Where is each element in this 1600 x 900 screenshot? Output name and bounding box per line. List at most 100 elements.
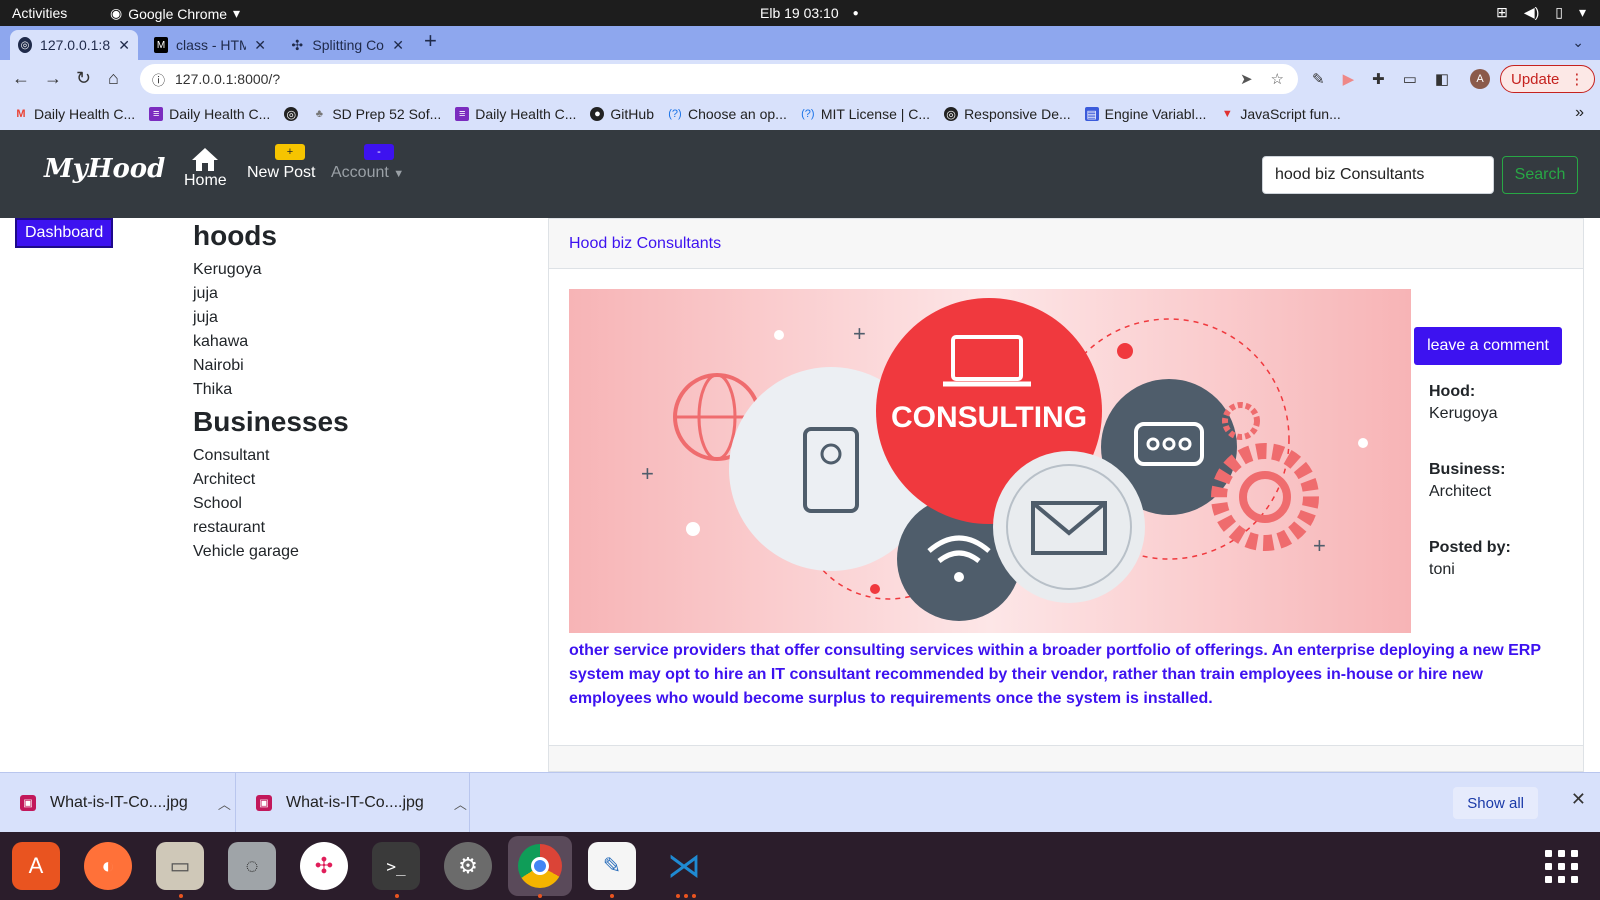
update-button[interactable]: Update ⋮ bbox=[1500, 65, 1596, 93]
info-icon[interactable]: ⓘ bbox=[152, 70, 165, 89]
nav-new-post[interactable]: New Post bbox=[247, 164, 315, 182]
show-apps-grid-icon[interactable] bbox=[1545, 850, 1578, 883]
text-editor-icon[interactable]: ✎ bbox=[588, 842, 636, 890]
tab-title: 127.0.0.1:8000 bbox=[40, 37, 111, 53]
list-item[interactable]: School bbox=[193, 492, 533, 516]
back-icon[interactable]: ← bbox=[12, 68, 30, 89]
list-item[interactable]: juja bbox=[193, 306, 533, 330]
bookmark-item[interactable]: ◎ bbox=[284, 107, 299, 121]
bookmark-item[interactable]: ● GitHub bbox=[590, 106, 654, 122]
eyedropper-extension-icon[interactable]: ✎ bbox=[1312, 70, 1325, 88]
download-filename: What-is-IT-Co....jpg bbox=[286, 794, 424, 811]
medium-icon: M bbox=[154, 37, 169, 53]
bookmark-item[interactable]: ♣ SD Prep 52 Sof... bbox=[312, 106, 442, 122]
bookmark-item[interactable]: ≡ Daily Health C... bbox=[149, 106, 270, 122]
list-item[interactable]: restaurant bbox=[193, 516, 533, 540]
profile-avatar[interactable]: A bbox=[1470, 69, 1490, 89]
home-icon[interactable]: ⌂ bbox=[108, 68, 119, 89]
list-item[interactable]: Kerugoya bbox=[193, 258, 533, 282]
globe-icon: ◎ bbox=[18, 37, 33, 53]
leave-comment-button[interactable]: leave a comment bbox=[1414, 327, 1562, 365]
update-label: Update bbox=[1511, 70, 1560, 88]
tree-icon: ♣ bbox=[315, 108, 323, 120]
download-item[interactable]: ▣ What-is-IT-Co....jpg ︿ bbox=[236, 773, 470, 833]
list-item[interactable]: Architect bbox=[193, 468, 533, 492]
bookmark-item[interactable]: ▼ JavaScript fun... bbox=[1220, 106, 1341, 122]
svg-text:+: + bbox=[1313, 533, 1326, 558]
record-extension-icon[interactable]: ▶ bbox=[1343, 70, 1355, 88]
new-post-badge: + bbox=[275, 144, 305, 160]
more-bookmarks-icon[interactable]: » bbox=[1575, 104, 1584, 122]
post-author: Posted by: toni bbox=[1429, 539, 1511, 579]
cast-icon[interactable]: ▭ bbox=[1403, 70, 1417, 88]
search-input[interactable] bbox=[1262, 156, 1494, 194]
bookmark-item[interactable]: M Daily Health C... bbox=[14, 106, 135, 122]
list-item[interactable]: Vehicle garage bbox=[193, 540, 533, 564]
list-item[interactable]: Thika bbox=[193, 378, 533, 402]
app-center-icon[interactable]: A bbox=[12, 842, 60, 890]
tab-search-chevron-icon[interactable]: ⌄ bbox=[1572, 34, 1584, 51]
nav-account-dropdown[interactable]: Account ▼ bbox=[331, 164, 404, 182]
bookmark-label: Responsive De... bbox=[964, 106, 1071, 122]
show-all-downloads-button[interactable]: Show all bbox=[1453, 787, 1538, 819]
dashboard-button[interactable]: Dashboard bbox=[15, 218, 114, 248]
app-menu[interactable]: ◉ Google Chrome ▾ bbox=[110, 5, 240, 22]
tab-splitting[interactable]: ✣ Splitting Code ✕ bbox=[282, 30, 412, 60]
forward-icon[interactable]: → bbox=[44, 68, 62, 89]
close-icon[interactable]: ✕ bbox=[1571, 789, 1586, 810]
bookmark-item[interactable]: (?) MIT License | C... bbox=[801, 106, 930, 122]
settings-icon[interactable]: ⚙ bbox=[444, 842, 492, 890]
firefox-icon[interactable]: ◐ bbox=[84, 842, 132, 890]
extensions-puzzle-icon[interactable]: ✚ bbox=[1372, 70, 1385, 88]
new-tab-button[interactable]: + bbox=[424, 28, 437, 54]
bookmarks-bar: M Daily Health C... ≡ Daily Health C... ◎ … bbox=[0, 98, 1600, 130]
vscode-icon[interactable]: ⋊ bbox=[660, 842, 708, 890]
account-badge: - bbox=[364, 144, 394, 160]
bookmark-label: Choose an op... bbox=[688, 106, 787, 122]
bookmark-star-icon[interactable]: ☆ bbox=[1271, 70, 1284, 88]
side-panel-icon[interactable]: ◧ bbox=[1435, 70, 1449, 88]
list-item[interactable]: juja bbox=[193, 282, 533, 306]
globe-icon: ◎ bbox=[284, 107, 299, 121]
close-icon[interactable]: ✕ bbox=[392, 37, 404, 54]
activities-button[interactable]: Activities bbox=[12, 5, 67, 21]
system-tray[interactable]: ⊞ ◀) ▯ ▾ bbox=[1496, 4, 1586, 21]
post-title-link[interactable]: Hood biz Consultants bbox=[569, 235, 721, 253]
files-icon[interactable]: ▭ bbox=[156, 842, 204, 890]
chevron-up-icon[interactable]: ︿ bbox=[454, 794, 467, 813]
terminal-icon[interactable]: >_ bbox=[372, 842, 420, 890]
reload-icon[interactable]: ↻ bbox=[76, 68, 91, 89]
bookmark-item[interactable]: ◎ Responsive De... bbox=[944, 106, 1071, 122]
nav-home[interactable]: Home bbox=[184, 146, 227, 190]
brand-logo[interactable]: MyHood bbox=[44, 154, 165, 184]
address-bar[interactable]: ⓘ 127.0.0.1:8000/? ➤ ☆ bbox=[140, 64, 1298, 94]
search-button[interactable]: Search bbox=[1502, 156, 1578, 194]
clock[interactable]: Elb 19 03:10 ● bbox=[760, 5, 859, 21]
tab-title: Splitting Code bbox=[312, 37, 384, 53]
list-item[interactable]: kahawa bbox=[193, 330, 533, 354]
chrome-icon[interactable] bbox=[508, 836, 572, 896]
close-icon[interactable]: ✕ bbox=[254, 37, 266, 54]
bookmark-label: SD Prep 52 Sof... bbox=[332, 106, 442, 122]
close-icon[interactable]: ✕ bbox=[118, 37, 130, 54]
tab-class-html[interactable]: M class - HTML ✕ bbox=[146, 30, 274, 60]
bookmark-item[interactable]: ▤ Engine Variabl... bbox=[1084, 106, 1206, 122]
app-name: Google Chrome bbox=[128, 5, 228, 22]
image-viewer-icon[interactable]: ◌ bbox=[228, 842, 276, 890]
bookmark-item[interactable]: ≡ Daily Health C... bbox=[455, 106, 576, 122]
nav-new-post-label: New Post bbox=[247, 164, 316, 181]
bookmark-label: Daily Health C... bbox=[169, 106, 271, 122]
list-item[interactable]: Consultant bbox=[193, 444, 533, 468]
tab-strip: ◎ 127.0.0.1:8000 ✕ M class - HTML ✕ ✣ Sp… bbox=[0, 26, 1600, 60]
slack-icon[interactable]: ✣ bbox=[300, 842, 348, 890]
tab-localhost[interactable]: ◎ 127.0.0.1:8000 ✕ bbox=[10, 30, 138, 60]
list-item[interactable]: Nairobi bbox=[193, 354, 533, 378]
send-icon[interactable]: ➤ bbox=[1240, 70, 1253, 88]
chevron-up-icon[interactable]: ︿ bbox=[218, 794, 231, 813]
bookmark-label: Daily Health C... bbox=[34, 106, 136, 122]
slack-icon: ✣ bbox=[291, 36, 304, 53]
download-item[interactable]: ▣ What-is-IT-Co....jpg ︿ bbox=[0, 773, 236, 833]
home-icon bbox=[192, 148, 219, 171]
help-icon: (?) bbox=[668, 108, 682, 120]
bookmark-item[interactable]: (?) Choose an op... bbox=[668, 106, 787, 122]
